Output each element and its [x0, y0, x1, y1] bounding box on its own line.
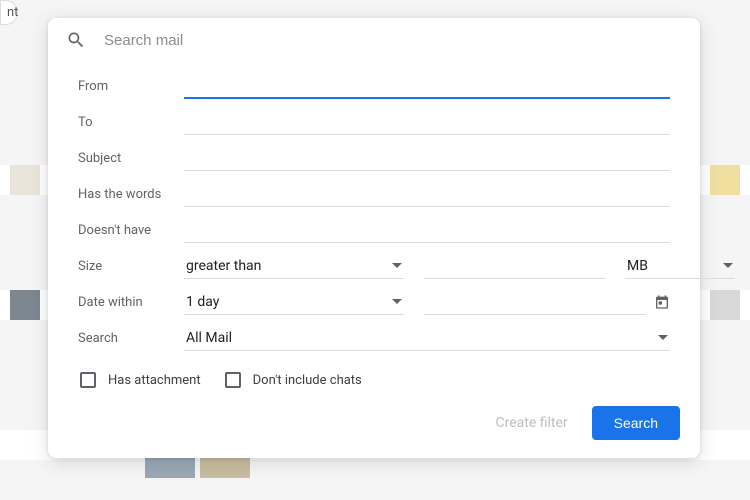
search-in-value: All Mail: [186, 330, 232, 346]
size-operator-value: greater than: [186, 258, 261, 274]
subject-input[interactable]: [184, 146, 670, 171]
subject-row: Subject: [78, 140, 670, 176]
search-icon: [66, 30, 86, 50]
from-label: From: [78, 79, 184, 94]
date-input[interactable]: [424, 290, 646, 315]
color-swatch: [145, 458, 195, 478]
chevron-down-icon: [392, 299, 402, 304]
checkbox-group: Has attachment Don't include chats: [78, 356, 670, 396]
checkbox-box-icon: [80, 372, 96, 388]
chevron-down-icon: [723, 263, 733, 268]
size-value-input[interactable]: [424, 254, 605, 279]
search-in-label: Search: [78, 331, 184, 346]
doesnt-have-input[interactable]: [184, 218, 670, 243]
has-words-row: Has the words: [78, 176, 670, 212]
doesnt-have-row: Doesn't have: [78, 212, 670, 248]
has-words-input[interactable]: [184, 182, 670, 207]
chevron-down-icon: [392, 263, 402, 268]
exclude-chats-checkbox[interactable]: Don't include chats: [225, 372, 362, 388]
date-range-select[interactable]: 1 day: [184, 290, 404, 315]
size-operator-select[interactable]: greater than: [184, 254, 404, 279]
from-row: From: [78, 68, 670, 104]
action-bar: Create filter Search: [48, 396, 700, 440]
has-attachment-checkbox[interactable]: Has attachment: [80, 372, 201, 388]
to-label: To: [78, 115, 184, 130]
to-row: To: [78, 104, 670, 140]
subject-label: Subject: [78, 151, 184, 166]
search-input[interactable]: [104, 32, 682, 49]
has-words-label: Has the words: [78, 187, 184, 202]
color-swatch: [10, 290, 40, 320]
date-within-label: Date within: [78, 295, 184, 310]
color-swatch: [710, 290, 740, 320]
size-unit-value: MB: [627, 258, 648, 274]
color-swatch: [10, 165, 40, 195]
search-bar: [48, 18, 700, 62]
has-attachment-label: Has attachment: [108, 373, 201, 388]
color-swatch: [200, 458, 250, 478]
create-filter-button[interactable]: Create filter: [495, 415, 567, 431]
calendar-icon[interactable]: [654, 294, 670, 310]
search-in-row: Search All Mail: [78, 320, 670, 356]
search-in-select[interactable]: All Mail: [184, 326, 670, 351]
doesnt-have-label: Doesn't have: [78, 223, 184, 238]
date-range-value: 1 day: [186, 294, 219, 310]
to-input[interactable]: [184, 110, 670, 135]
date-within-row: Date within 1 day: [78, 284, 670, 320]
checkbox-box-icon: [225, 372, 241, 388]
from-input[interactable]: [184, 73, 670, 99]
exclude-chats-label: Don't include chats: [253, 373, 362, 388]
size-unit-select[interactable]: MB: [625, 254, 735, 279]
search-form: From To Subject Has the words Doesn't ha…: [48, 62, 700, 396]
size-label: Size: [78, 259, 184, 274]
size-row: Size greater than MB: [78, 248, 670, 284]
advanced-search-panel: From To Subject Has the words Doesn't ha…: [48, 18, 700, 458]
color-swatch: [710, 165, 740, 195]
background-chip: nt: [0, 0, 18, 25]
chevron-down-icon: [658, 335, 668, 340]
search-button[interactable]: Search: [592, 406, 680, 440]
